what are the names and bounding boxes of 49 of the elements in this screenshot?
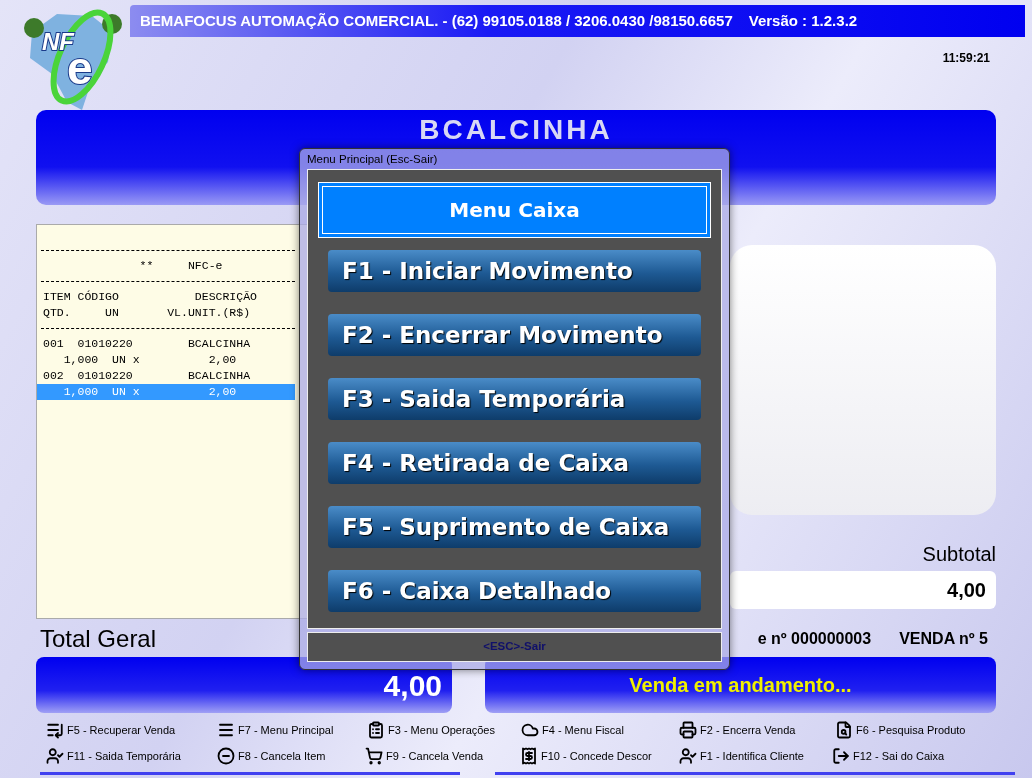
- total-display: 4,00: [36, 657, 452, 713]
- menu-option-button[interactable]: F4 - Retirada de Caixa: [328, 442, 701, 484]
- exit-icon: [832, 747, 850, 765]
- shortcut-label[interactable]: F12 - Sai do Caixa: [853, 747, 945, 765]
- escape-hint: <ESC>-Sair: [483, 639, 546, 655]
- sale-number: VENDA nº 5: [899, 629, 988, 649]
- shortcut-label[interactable]: F9 - Cancela Venda: [386, 747, 484, 765]
- version-label: Versão : 1.2.3.2: [748, 10, 858, 31]
- dialog-title: Menu Principal (Esc-Sair): [307, 152, 439, 167]
- shortcut-label[interactable]: F4 - Menu Fiscal: [542, 721, 624, 739]
- subtotal-label: Subtotal: [922, 542, 996, 567]
- shortcut-label[interactable]: F5 - Recuperar Venda: [67, 721, 176, 739]
- shortcut-label[interactable]: F11 - Saida Temporária: [67, 747, 181, 765]
- cart-icon: [365, 747, 383, 765]
- menu-icon: [217, 721, 235, 739]
- subtotal-field: 4,00: [730, 571, 996, 609]
- shortcut-label[interactable]: F6 - Pesquisa Produto: [856, 721, 966, 739]
- receipt-line: ITEM CÓDIGO DESCRIÇÃO: [42, 289, 258, 305]
- clock: 11:59:21: [942, 50, 990, 67]
- shortcut-label[interactable]: F2 - Encerra Venda: [700, 721, 796, 739]
- receipt-line: 002 01010220 BCALCINHA: [42, 368, 252, 384]
- menu-option-button[interactable]: F3 - Saida Temporária: [328, 378, 701, 420]
- receipt-icon: [520, 747, 538, 765]
- menu-option-button[interactable]: F5 - Suprimento de Caixa: [328, 506, 701, 548]
- company-info: BEMAFOCUS AUTOMAÇÃO COMERCIAL. - (62) 99105.0188 / 3206.0430 /98150.6657: [140, 10, 733, 31]
- shortcut-label[interactable]: F7 - Menu Principal: [238, 721, 334, 739]
- minus-circle-icon: [217, 747, 235, 765]
- receipt-line: 1,000 UN x 2,00: [62, 352, 238, 368]
- total-label: Total Geral: [40, 624, 157, 654]
- menu-heading-text: Menu Caixa: [449, 197, 580, 224]
- search-icon: [835, 721, 853, 739]
- receipt-line: QTD. UN VL.UNIT.(R$): [42, 305, 252, 321]
- printer-icon: [679, 721, 697, 739]
- product-title: BCALCINHA: [419, 116, 613, 144]
- clipboard-icon: [367, 721, 385, 739]
- list-icon: [46, 721, 64, 739]
- shortcut-label[interactable]: F10 - Concede Descor: [541, 747, 652, 765]
- menu-option-button[interactable]: F2 - Encerrar Movimento: [328, 314, 701, 356]
- menu-option-button[interactable]: F1 - Iniciar Movimento: [328, 250, 701, 292]
- user-check-icon: [46, 747, 64, 765]
- user-check-icon: [679, 747, 697, 765]
- shortcut-label[interactable]: F8 - Cancela Item: [238, 747, 326, 765]
- shortcut-label[interactable]: F3 - Menu Operações: [388, 721, 495, 739]
- receipt-line: ** NFC-e: [138, 258, 224, 274]
- cloud-icon: [521, 721, 539, 739]
- receipt-number: e nº 000000003: [757, 629, 872, 649]
- shortcut-label[interactable]: F1 - Identifica Cliente: [700, 747, 804, 765]
- menu-option-button[interactable]: F6 - Caixa Detalhado: [328, 570, 701, 612]
- receipt-line: 001 01010220 BCALCINHA: [42, 336, 252, 352]
